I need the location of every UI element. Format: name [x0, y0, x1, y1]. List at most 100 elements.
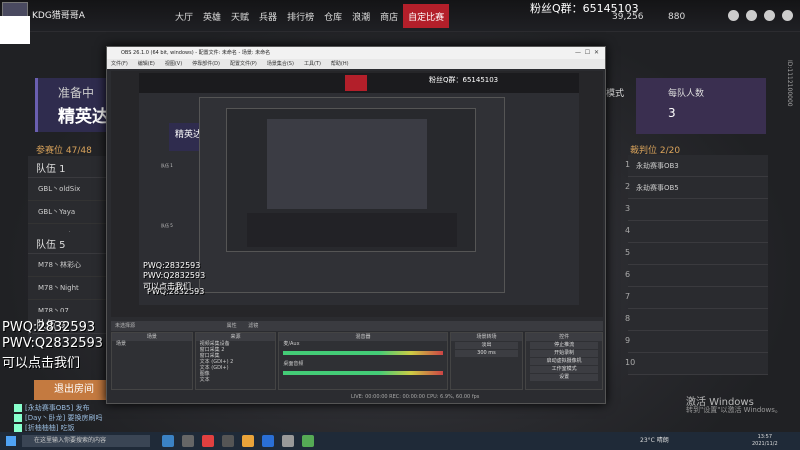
row-number: 5	[625, 248, 631, 257]
browser-icon[interactable]	[262, 435, 274, 447]
menu-view[interactable]: 视图(V)	[165, 59, 182, 69]
nested-preview	[267, 119, 427, 209]
nested-docks	[247, 213, 457, 247]
exit-room-button[interactable]: 退出房间	[34, 380, 114, 400]
preview-pwq: PWQ:2832593	[143, 261, 201, 270]
no-source-label: 未选择源	[115, 323, 136, 329]
menu-docks[interactable]: 停靠部件(D)	[192, 59, 220, 69]
stop-streaming-button[interactable]: 停止推流	[530, 342, 598, 349]
judge-row[interactable]	[628, 199, 768, 221]
judge-row[interactable]: 永劫赛事OB5	[628, 177, 768, 199]
source-toolbar: 未选择源 属性 滤镜	[111, 321, 603, 331]
menu-profile[interactable]: 配置文件(P)	[230, 59, 257, 69]
judge-row[interactable]	[628, 287, 768, 309]
volume-meter[interactable]	[283, 371, 443, 375]
sources-panel: 来源 视频采集设备 窗口采集 2 窗口采集 文本 (GDI+) 2 文本 (GD…	[194, 332, 277, 390]
clock-icon[interactable]	[728, 10, 739, 21]
controls-panel: 控件 停止推流 开始录制 启动虚拟摄像机 工作室模式 设置	[525, 332, 603, 390]
windows-logo-icon[interactable]	[162, 435, 174, 447]
window-controls[interactable]: — ☐ ✕	[575, 47, 599, 59]
obs-docks: 场景 场景 来源 视频采集设备 窗口采集 2 窗口采集 文本 (GDI+) 2 …	[111, 332, 603, 390]
obs-status-bar: LIVE: 00:00:00 REC: 00:00:00 CPU: 6.9%, …	[351, 394, 480, 400]
studio-mode-button[interactable]: 工作室模式	[530, 366, 598, 373]
judge-row[interactable]	[628, 331, 768, 353]
mixer-panel: 混音器 麦/Aux 桌面音频	[278, 332, 448, 390]
app-icon[interactable]	[282, 435, 294, 447]
nav-storage[interactable]: 仓库	[319, 4, 347, 28]
team-player[interactable]: M78丶林彩心	[28, 254, 108, 277]
duration-input[interactable]: 300 ms	[454, 350, 519, 357]
settings-button[interactable]: 设置	[530, 374, 598, 381]
app-icon[interactable]	[302, 435, 314, 447]
settings-icon[interactable]	[764, 10, 775, 21]
nested-nav: 粉丝Q群：65145103	[139, 73, 579, 93]
obs-preview[interactable]: 粉丝Q群：65145103 精英达 队伍 1 队伍 5 PWQ:2832593 …	[111, 71, 603, 317]
start-recording-button[interactable]: 开始录制	[530, 350, 598, 357]
menu-edit[interactable]: 编辑(E)	[138, 59, 155, 69]
judge-row[interactable]: 永劫赛事OB3	[628, 155, 768, 177]
menu-tools[interactable]: 工具(T)	[304, 59, 321, 69]
ready-label: 准备中	[58, 86, 95, 100]
mixer-channel-label: 麦/Aux	[283, 341, 300, 347]
folder-icon[interactable]	[242, 435, 254, 447]
nav-custom-match[interactable]: 自定比赛	[403, 4, 450, 28]
pwv-overlay: PWV:Q2832593	[2, 336, 104, 351]
app-icon[interactable]	[202, 435, 214, 447]
row-number: 3	[625, 204, 631, 213]
nav-rankings[interactable]: 排行榜	[282, 4, 319, 28]
team-size-card: 每队人数 3	[636, 78, 766, 134]
judge-row[interactable]	[628, 265, 768, 287]
obs-app-icon[interactable]	[222, 435, 234, 447]
windows-taskbar: 在这里输入你要搜索的内容 23°C 晴朗 13:57 2021/11/2	[0, 432, 800, 450]
team-size-value: 3	[668, 106, 676, 120]
obs-menu: 文件(F) 编辑(E) 视图(V) 停靠部件(D) 配置文件(P) 场景集合(S…	[107, 59, 605, 69]
row-number: 8	[625, 314, 631, 323]
team-5: 队伍 5 M78丶林彩心 M78丶Night M78丶07	[28, 232, 108, 323]
participant-count: 参赛位 47/48	[36, 146, 92, 156]
mixer-channel-label: 桌面音频	[283, 361, 304, 367]
judge-row[interactable]	[628, 243, 768, 265]
scene-item[interactable]: 场景	[112, 341, 192, 347]
team-player[interactable]: GBL丶oldSix	[28, 178, 108, 201]
filters-button[interactable]: 滤镜	[248, 323, 258, 329]
nav-heroes[interactable]: 英雄	[198, 4, 226, 28]
mail-icon[interactable]	[746, 10, 757, 21]
nested-team: 队伍 1	[161, 163, 173, 168]
menu-file[interactable]: 文件(F)	[111, 59, 128, 69]
nav-wave[interactable]: 浪潮	[347, 4, 375, 28]
transition-select[interactable]: 淡出	[454, 342, 519, 349]
task-view-icon[interactable]	[182, 435, 194, 447]
judge-row[interactable]	[628, 353, 768, 375]
mode-label: 模式	[606, 89, 625, 99]
exit-icon[interactable]	[782, 10, 793, 21]
taskbar-clock[interactable]: 13:57 2021/11/2	[752, 434, 778, 448]
preview-pwv: PWV:Q2832593	[143, 271, 206, 280]
menu-scene-collection[interactable]: 场景集合(S)	[267, 59, 294, 69]
menu-help[interactable]: 帮助(H)	[331, 59, 349, 69]
game-nav: 大厅 英雄 天赋 兵器 排行榜 仓库 浪潮 商店 自定比赛	[170, 4, 450, 28]
row-number: 9	[625, 336, 631, 345]
weather-status[interactable]: 23°C 晴朗	[640, 435, 669, 444]
judge-row[interactable]	[628, 221, 768, 243]
source-item[interactable]: 文本	[196, 377, 276, 383]
nested-fans-text: 粉丝Q群：65145103	[429, 76, 499, 84]
judge-row[interactable]	[628, 309, 768, 331]
properties-button[interactable]: 属性	[227, 323, 237, 329]
nav-talents[interactable]: 天赋	[226, 4, 254, 28]
windows-start-icon[interactable]	[6, 436, 16, 446]
player-name: KDG猎哥哥A	[32, 11, 85, 21]
taskbar-search[interactable]: 在这里输入你要搜索的内容	[22, 435, 150, 447]
gold-count: 880	[668, 12, 686, 22]
team-player[interactable]: GBL丶Yaya	[28, 201, 108, 224]
nav-shop[interactable]: 商店	[375, 4, 403, 28]
scenes-panel: 场景 场景	[111, 332, 193, 390]
row-number: 4	[625, 226, 631, 235]
coin-count: 39,256	[612, 12, 644, 22]
sources-header: 来源	[195, 333, 276, 341]
virtual-camera-button[interactable]: 启动虚拟摄像机	[530, 358, 598, 365]
chat-text: [永劫赛事OB5] 发布	[25, 404, 90, 412]
nav-weapons[interactable]: 兵器	[254, 4, 282, 28]
nav-lobby[interactable]: 大厅	[170, 4, 198, 28]
volume-meter[interactable]	[283, 351, 443, 355]
team-player[interactable]: M78丶Night	[28, 277, 108, 300]
